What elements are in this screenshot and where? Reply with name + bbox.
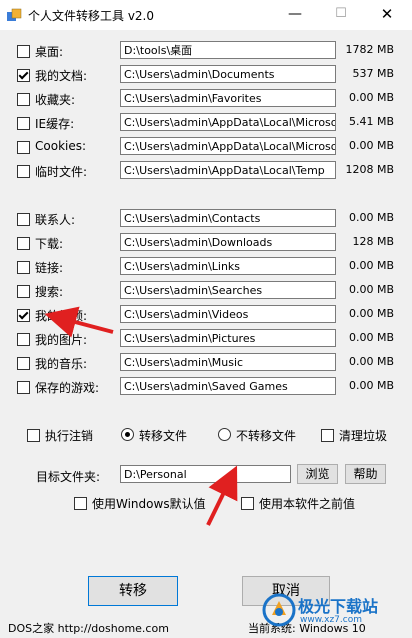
folder-row: IE缓存: C:\Users\admin\AppData\Local\Micros… (0, 112, 412, 136)
use-previous-checkbox[interactable] (241, 497, 254, 510)
folder-size: 0.00 MB (348, 211, 394, 224)
watermark-url: www.xz7.com (300, 615, 362, 625)
folder-size: 0.00 MB (348, 355, 394, 368)
folder-label[interactable]: 临时文件: (35, 163, 87, 180)
use-windows-default-checkbox[interactable] (74, 497, 87, 510)
logout-checkbox[interactable] (27, 429, 40, 442)
target-folder-input[interactable]: D:\Personal (120, 465, 291, 483)
browse-button[interactable]: 浏览 (297, 464, 338, 484)
folder-path-input[interactable]: C:\Users\admin\AppData\Local\Microsoft\W (120, 137, 336, 155)
folder-row: 搜索: C:\Users\admin\Searches 0.00 MB (0, 280, 412, 304)
folder-row: 保存的游戏: C:\Users\admin\Saved Games 0.00 MB (0, 376, 412, 400)
folder-size: 0.00 MB (348, 91, 394, 104)
folder-size: 537 MB (352, 67, 394, 80)
logout-label: 执行注销 (45, 429, 94, 443)
folder-size: 0.00 MB (348, 379, 394, 392)
folder-path-input[interactable]: C:\Users\admin\Saved Games (120, 377, 336, 395)
folder-size: 1208 MB (345, 163, 394, 176)
transfer-button[interactable]: 转移 (88, 576, 178, 606)
folder-checkbox[interactable] (17, 261, 30, 274)
folder-path-input[interactable]: C:\Users\admin\Links (120, 257, 336, 275)
help-button[interactable]: 帮助 (345, 464, 386, 484)
folder-checkbox[interactable] (17, 45, 30, 58)
folder-size: 0.00 MB (348, 259, 394, 272)
folder-size: 5.41 MB (348, 115, 394, 128)
folder-checkbox[interactable] (17, 309, 30, 322)
use-windows-default-label: 使用Windows默认值 (92, 497, 206, 511)
folder-row: 桌面: D:\tools\桌面 1782 MB (0, 40, 412, 64)
folder-checkbox[interactable] (17, 117, 30, 130)
folder-row: 链接: C:\Users\admin\Links 0.00 MB (0, 256, 412, 280)
folder-label[interactable]: 我的图片: (35, 331, 87, 348)
folder-size: 0.00 MB (348, 139, 394, 152)
folder-path-input[interactable]: C:\Users\admin\Pictures (120, 329, 336, 347)
folder-path-input[interactable]: C:\Users\admin\Downloads (120, 233, 336, 251)
folder-row: 我的文档: C:\Users\admin\Documents 537 MB (0, 64, 412, 88)
title-bar: 个人文件转移工具 v2.0 — ☐ ✕ (0, 0, 412, 30)
folder-checkbox[interactable] (17, 165, 30, 178)
folder-path-input[interactable]: C:\Users\admin\Videos (120, 305, 336, 323)
folder-path-input[interactable]: C:\Users\admin\AppData\Local\Temp (120, 161, 336, 179)
folder-path-input[interactable]: C:\Users\admin\AppData\Local\Microsoft\W (120, 113, 336, 131)
clean-checkbox[interactable] (321, 429, 334, 442)
folder-checkbox[interactable] (17, 381, 30, 394)
folder-label[interactable]: 桌面: (35, 43, 63, 60)
folder-path-input[interactable]: D:\tools\桌面 (120, 41, 336, 59)
close-button[interactable]: ✕ (364, 0, 410, 30)
folder-checkbox[interactable] (17, 141, 30, 154)
folder-row: 下载: C:\Users\admin\Downloads 128 MB (0, 232, 412, 256)
window-title: 个人文件转移工具 v2.0 (28, 9, 155, 23)
folder-checkbox[interactable] (17, 357, 30, 370)
folder-label[interactable]: 我的视频: (35, 307, 87, 324)
folder-size: 1782 MB (345, 43, 394, 56)
folder-size: 0.00 MB (348, 307, 394, 320)
folder-label[interactable]: 我的音乐: (35, 355, 87, 372)
folder-label[interactable]: 链接: (35, 259, 63, 276)
folder-path-input[interactable]: C:\Users\admin\Music (120, 353, 336, 371)
folder-path-input[interactable]: C:\Users\admin\Documents (120, 65, 336, 83)
folder-row: 收藏夹: C:\Users\admin\Favorites 0.00 MB (0, 88, 412, 112)
folder-label[interactable]: 我的文档: (35, 67, 87, 84)
folder-size: 0.00 MB (348, 331, 394, 344)
folder-checkbox[interactable] (17, 237, 30, 250)
folder-checkbox[interactable] (17, 93, 30, 106)
clean-label: 清理垃圾 (339, 429, 388, 443)
folder-row: 我的图片: C:\Users\admin\Pictures 0.00 MB (0, 328, 412, 352)
folder-label[interactable]: IE缓存: (35, 115, 74, 132)
minimize-button[interactable]: — (272, 0, 318, 30)
folder-row: 我的音乐: C:\Users\admin\Music 0.00 MB (0, 352, 412, 376)
watermark-text: 极光下载站 (298, 597, 379, 616)
footer-site-link: DOS之家 http://doshome.com (8, 622, 169, 635)
folder-path-input[interactable]: C:\Users\admin\Contacts (120, 209, 336, 227)
folder-checkbox[interactable] (17, 213, 30, 226)
target-folder-label: 目标文件夹: (36, 470, 101, 484)
folder-path-input[interactable]: C:\Users\admin\Favorites (120, 89, 336, 107)
folder-label[interactable]: 保存的游戏: (35, 379, 99, 396)
folder-checkbox[interactable] (17, 333, 30, 346)
no-transfer-label: 不转移文件 (236, 429, 297, 443)
folder-path-input[interactable]: C:\Users\admin\Searches (120, 281, 336, 299)
transfer-label: 转移文件 (139, 429, 188, 443)
folder-label[interactable]: 收藏夹: (35, 91, 75, 108)
folder-checkbox[interactable] (17, 69, 30, 82)
transfer-radio[interactable] (121, 428, 134, 441)
folder-row: 临时文件: C:\Users\admin\AppData\Local\Temp 12… (0, 160, 412, 184)
no-transfer-radio[interactable] (218, 428, 231, 441)
folder-row: 我的视频: C:\Users\admin\Videos 0.00 MB (0, 304, 412, 328)
folder-label[interactable]: 搜索: (35, 283, 63, 300)
folder-size: 128 MB (352, 235, 394, 248)
folder-label[interactable]: 下载: (35, 235, 63, 252)
folder-label[interactable]: Cookies: (35, 139, 86, 153)
use-previous-label: 使用本软件之前值 (259, 497, 356, 511)
folder-checkbox[interactable] (17, 285, 30, 298)
watermark: 极光下载站 www.xz7.com (262, 591, 412, 631)
folder-row: 联系人: C:\Users\admin\Contacts 0.00 MB (0, 208, 412, 232)
watermark-logo-icon (262, 593, 296, 627)
folder-label[interactable]: 联系人: (35, 211, 75, 228)
folder-size: 0.00 MB (348, 283, 394, 296)
folder-row: Cookies: C:\Users\admin\AppData\Local\Mic… (0, 136, 412, 160)
app-icon (7, 8, 22, 21)
maximize-button[interactable]: ☐ (318, 0, 364, 30)
